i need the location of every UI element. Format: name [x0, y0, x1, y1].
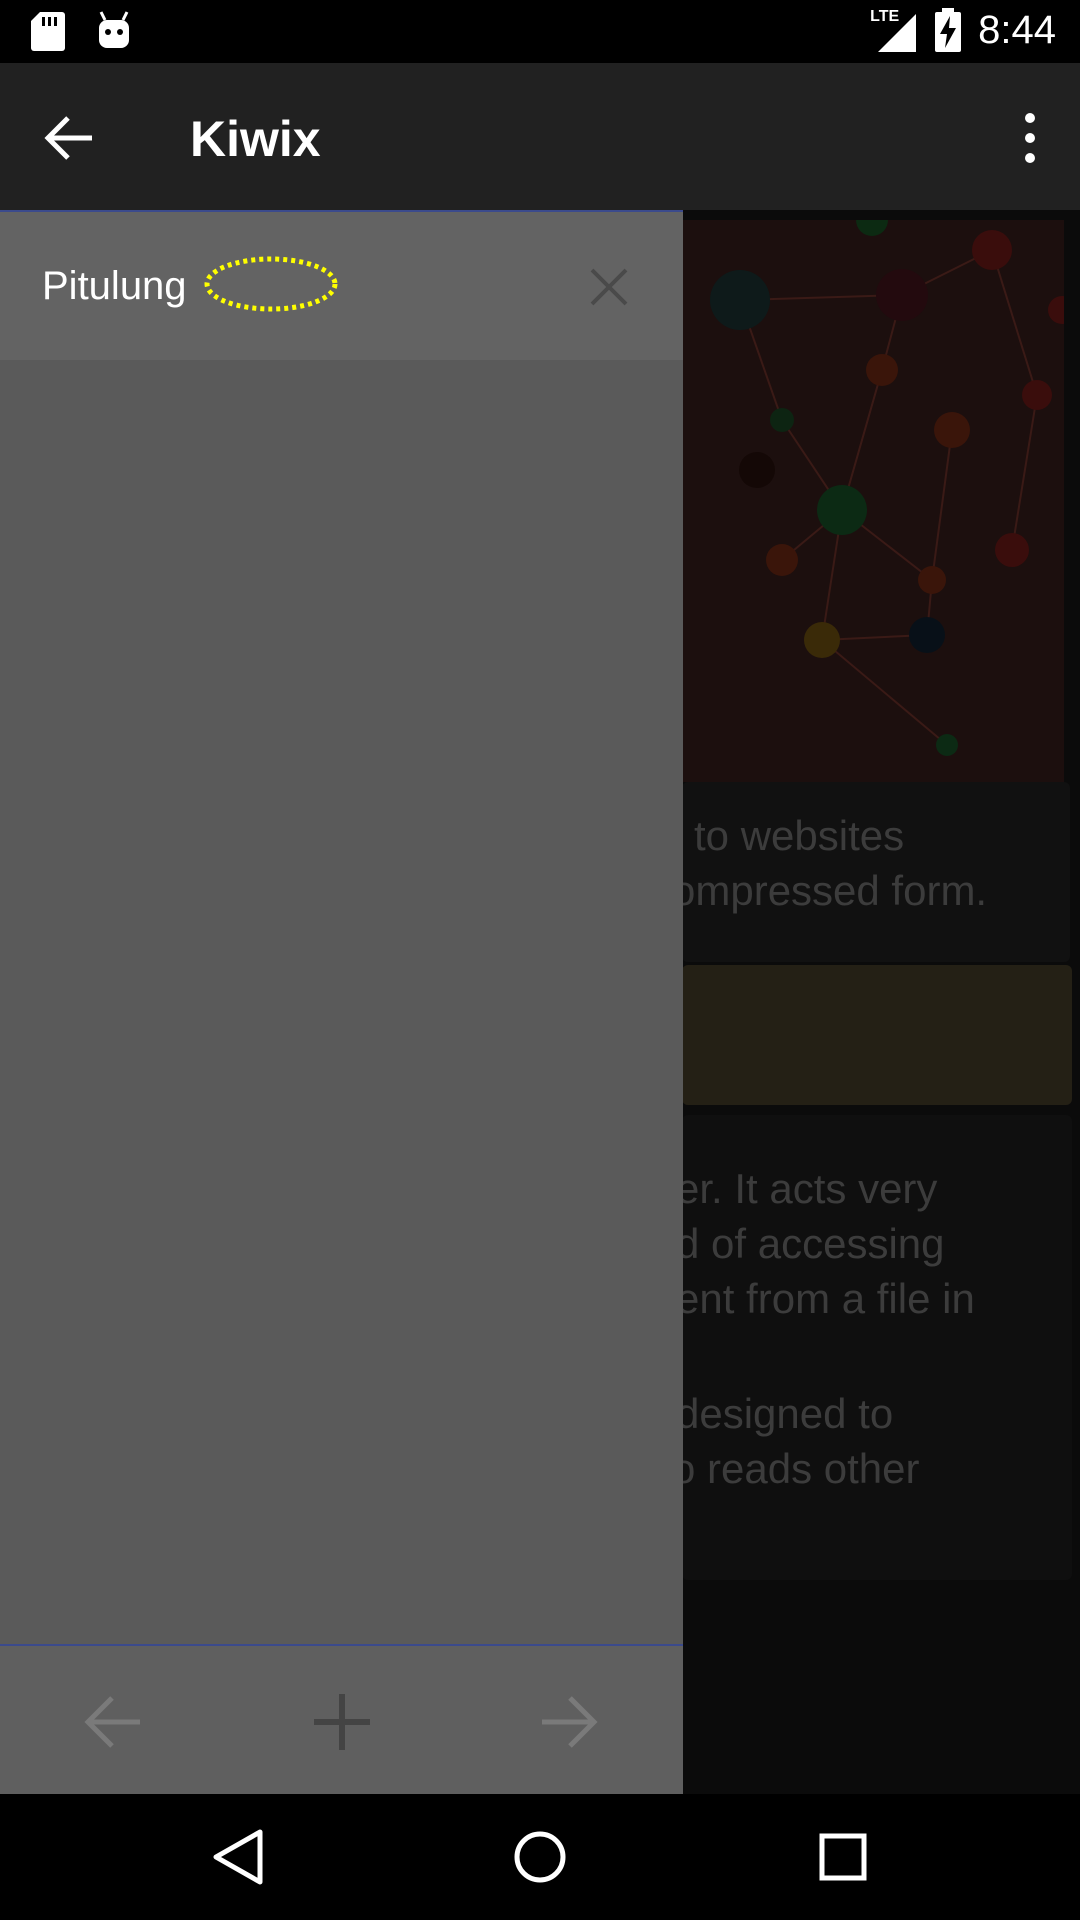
status-bar: LTE 8:44	[0, 0, 1080, 63]
clock: 8:44	[978, 7, 1056, 52]
background-text: ent from a file in	[676, 1275, 975, 1322]
background-text: to websites	[694, 812, 905, 859]
tab-item[interactable]: Pitulung	[0, 212, 683, 360]
signal-icon: LTE	[870, 6, 918, 54]
background-text: er. It acts very	[676, 1165, 938, 1212]
app-title: Kiwix	[190, 111, 321, 167]
nav-home-icon[interactable]	[505, 1822, 575, 1892]
background-text: ompressed form.	[672, 867, 988, 914]
app-bar: Kiwix	[0, 63, 1080, 210]
background-card: to websites ompressed form.	[672, 782, 1070, 962]
system-nav-bar	[0, 1794, 1080, 1920]
arrow-back-icon[interactable]	[40, 108, 100, 168]
battery-charging-icon	[935, 8, 962, 52]
highlight-marker	[204, 256, 338, 312]
nav-recents-icon[interactable]	[808, 1822, 878, 1892]
plus-icon[interactable]	[310, 1690, 374, 1754]
close-icon[interactable]	[584, 262, 634, 312]
android-icon	[99, 11, 129, 48]
tab-title: Pitulung	[42, 264, 187, 308]
background-text: d of accessing	[676, 1220, 945, 1267]
background-text: o reads other	[672, 1445, 920, 1492]
arrow-back-icon[interactable]	[82, 1690, 146, 1754]
more-vert-icon[interactable]	[1010, 108, 1050, 168]
nav-back-icon[interactable]	[202, 1822, 272, 1892]
sd-card-icon	[31, 12, 65, 51]
drawer-bottom-bar	[0, 1646, 683, 1794]
tabs-drawer: Pitulung	[0, 210, 683, 1794]
background-card: er. It acts very d of accessing ent from…	[672, 1115, 1072, 1580]
network-graph-image	[682, 220, 1064, 782]
background-banner	[682, 965, 1072, 1105]
background-text: designed to	[676, 1390, 894, 1437]
arrow-forward-icon[interactable]	[536, 1690, 600, 1754]
